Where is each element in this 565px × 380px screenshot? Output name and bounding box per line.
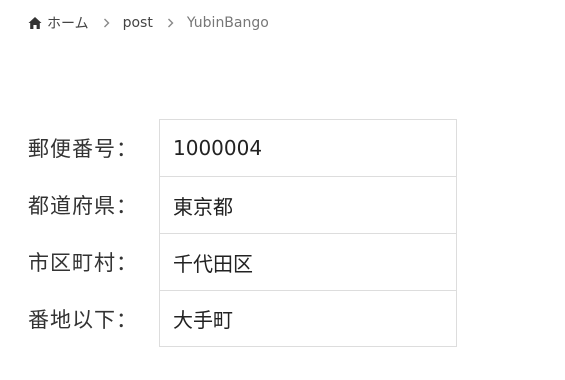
postal-code-row: 郵便番号： — [28, 119, 457, 176]
breadcrumb-home-label: ホーム — [47, 16, 89, 32]
breadcrumb-home-link[interactable]: ホーム — [28, 13, 89, 33]
street-field-box — [159, 290, 457, 347]
city-row: 市区町村： — [28, 233, 457, 290]
prefecture-field-box — [159, 176, 457, 233]
street-label: 番地以下： — [28, 307, 138, 332]
city-input[interactable] — [160, 234, 456, 290]
postal-code-field-box — [159, 119, 457, 176]
postal-code-input[interactable] — [160, 120, 456, 176]
breadcrumb: ホーム post YubinBango — [28, 13, 269, 33]
breadcrumb-post-link[interactable]: post — [123, 15, 153, 31]
city-field-box — [159, 233, 457, 290]
address-form: 郵便番号： 都道府県： 市区町村： 番地以下： — [28, 119, 457, 347]
chevron-right-icon — [103, 18, 110, 28]
prefecture-label: 都道府県： — [28, 193, 138, 218]
prefecture-input[interactable] — [160, 177, 456, 233]
postal-code-label: 郵便番号： — [28, 136, 138, 161]
prefecture-row: 都道府県： — [28, 176, 457, 233]
street-input[interactable] — [160, 291, 456, 346]
street-row: 番地以下： — [28, 290, 457, 347]
chevron-right-icon — [167, 18, 174, 28]
home-icon — [28, 16, 42, 30]
city-label: 市区町村： — [28, 250, 138, 275]
breadcrumb-current: YubinBango — [186, 15, 269, 31]
